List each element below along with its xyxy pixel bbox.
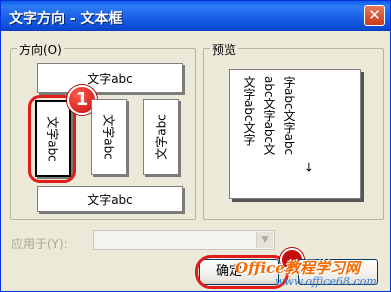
option-text: 文字abc	[154, 114, 169, 160]
option-text: 文字abc	[87, 71, 133, 86]
preview-page: 文字abc文字 abc文字abc文 字abc文字abc →	[229, 69, 361, 199]
watermark-url: www.office68.com	[275, 275, 377, 288]
apply-to-select[interactable]: ▼	[93, 230, 275, 250]
preview-label: 预览	[210, 41, 239, 58]
orientation-option-horizontal-bottom[interactable]: 文字abc	[37, 186, 183, 212]
chevron-down-icon[interactable]: ▼	[256, 232, 273, 248]
orientation-label: 方向(O)	[17, 41, 64, 58]
preview-line-3: 字abc文字abc	[282, 76, 296, 156]
title-bar[interactable]: 文字方向 - 文本框 ✕	[1, 1, 390, 31]
badge-number: 1	[75, 89, 89, 110]
option-text: 文字abc	[101, 114, 116, 160]
orientation-option-vertical-middle[interactable]: 文字abc	[91, 99, 127, 175]
orientation-option-horizontal-top[interactable]: 文字abc	[37, 63, 183, 93]
close-icon: ✕	[368, 6, 381, 24]
preview-line-4: →	[302, 162, 316, 173]
dialog-title: 文字方向 - 文本框	[9, 11, 123, 27]
orientation-option-vertical-right[interactable]: 文字abc	[143, 99, 179, 175]
text-direction-dialog: 文字方向 - 文本框 ✕ 方向(O) 文字abc 文字abc 1 文字abc 文…	[0, 0, 391, 292]
preview-line-2: abc文字abc文	[262, 76, 276, 156]
option-text: 文字abc	[87, 192, 133, 207]
site-watermark: Office教程学习网 www.office68.com	[235, 257, 385, 291]
close-button[interactable]: ✕	[364, 5, 385, 26]
apply-to-label: 应用于(Y):	[11, 237, 68, 251]
preview-line-1: 文字abc文字	[242, 76, 256, 146]
